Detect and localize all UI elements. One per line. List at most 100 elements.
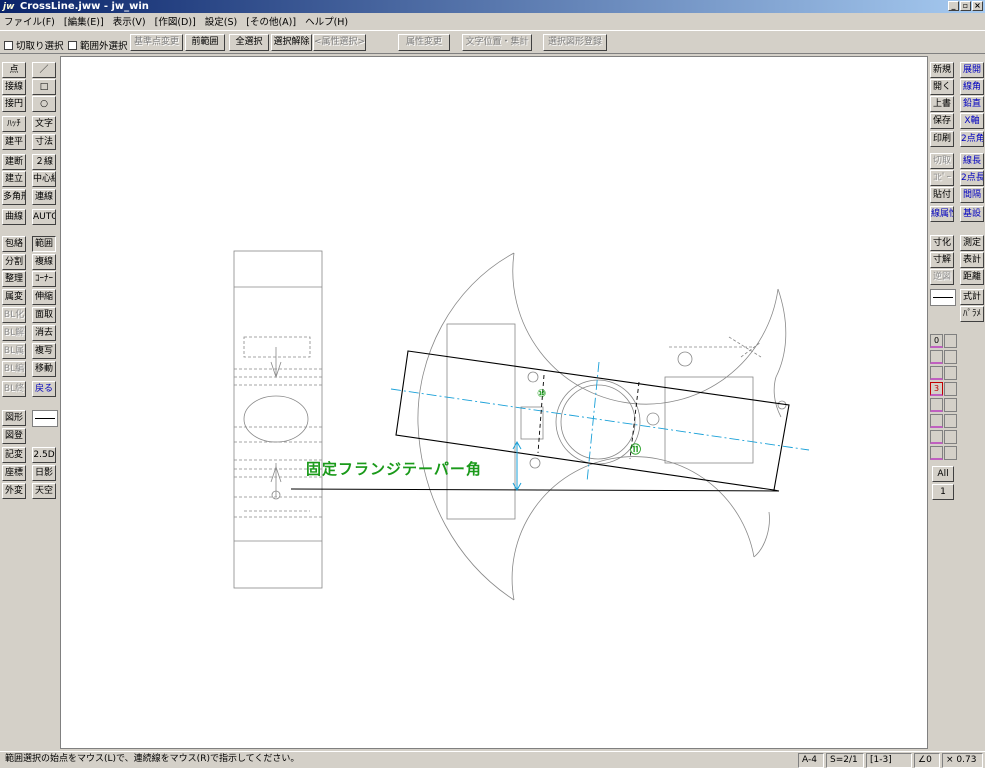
left-tool-21-1[interactable]: 日影	[32, 465, 56, 481]
left-tool-1-0[interactable]: 接線	[2, 79, 26, 95]
right-tool-1-1[interactable]: 線角	[960, 79, 984, 95]
right-tool-1-0[interactable]: 開く	[930, 79, 954, 95]
select-all-button[interactable]: 全選択	[229, 34, 269, 51]
left-tool-10-0[interactable]: 分割	[2, 254, 26, 270]
left-tool-17-0[interactable]: BL終	[2, 381, 26, 397]
left-tool-19-0[interactable]: 図登	[2, 428, 26, 444]
left-tool-15-1[interactable]: 複写	[32, 343, 56, 359]
maximize-button[interactable]: ▫	[960, 1, 971, 11]
layer-cell-3[interactable]: 3	[930, 382, 943, 396]
layer-cell-11[interactable]	[944, 382, 957, 396]
left-tool-17-1[interactable]: 戻る	[32, 381, 56, 397]
right-tool-10-1[interactable]: 表計	[960, 252, 984, 268]
left-tool-11-0[interactable]: 整理	[2, 271, 26, 287]
left-tool-15-0[interactable]: BL属	[2, 343, 26, 359]
left-tool-18-0[interactable]: 図形	[2, 410, 26, 426]
right-tool-8-0[interactable]: 線属性	[930, 206, 954, 222]
drawing-canvas[interactable]: 固定フランジテーパー角 ⑩ ⑪	[60, 56, 928, 749]
deselect-button[interactable]: 選択解除	[271, 34, 312, 51]
left-tool-16-0[interactable]: BL編	[2, 361, 26, 377]
left-tool-0-0[interactable]: 点	[2, 62, 26, 78]
left-tool-9-0[interactable]: 包絡	[2, 236, 26, 252]
layer-cell-13[interactable]	[944, 414, 957, 428]
line-tool-button[interactable]: ／	[32, 62, 56, 78]
circle-tool-button[interactable]: ○	[32, 96, 56, 112]
layer-cell-15[interactable]	[944, 446, 957, 460]
left-tool-11-1[interactable]: ｺｰﾅｰ	[32, 271, 56, 287]
left-tool-9-1[interactable]: 範囲	[32, 236, 56, 252]
attr-change-button[interactable]: 属性変更	[398, 34, 450, 51]
left-tool-8-1[interactable]: AUTO	[32, 209, 56, 225]
scale-indicator[interactable]: S=2/1	[826, 753, 864, 768]
left-tool-12-1[interactable]: 伸縮	[32, 289, 56, 305]
right-tool-8-1[interactable]: 基設	[960, 206, 984, 222]
layer-cell-7[interactable]	[930, 446, 943, 460]
left-tool-22-0[interactable]: 外変	[2, 483, 26, 499]
right-tool-4-1[interactable]: 2点角	[960, 131, 984, 147]
layer-cell-8[interactable]	[944, 334, 957, 348]
menu-view[interactable]: 表示(V)	[113, 14, 146, 28]
right-tool-11-0[interactable]: 逆図	[930, 269, 954, 285]
left-tool-13-1[interactable]: 面取	[32, 307, 56, 323]
left-tool-7-1[interactable]: 連線	[32, 189, 56, 205]
left-tool-14-1[interactable]: 消去	[32, 325, 56, 341]
left-tool-5-1[interactable]: ２線	[32, 154, 56, 170]
left-tool-12-0[interactable]: 属変	[2, 289, 26, 305]
left-tool-14-0[interactable]: BL解	[2, 325, 26, 341]
menu-help[interactable]: ヘルプ(H)	[305, 14, 348, 28]
left-tool-5-0[interactable]: 建断	[2, 154, 26, 170]
layer-cell-9[interactable]	[944, 350, 957, 364]
layer-cell-12[interactable]	[944, 398, 957, 412]
layer-cell-14[interactable]	[944, 430, 957, 444]
right-tool-3-0[interactable]: 保存	[930, 113, 954, 129]
menu-settings[interactable]: 設定(S)	[205, 14, 237, 28]
close-button[interactable]: ×	[972, 1, 983, 11]
left-tool-3-0[interactable]: ﾊｯﾁ	[2, 116, 26, 132]
line-type-preview[interactable]	[32, 410, 58, 427]
right-tool-2-1[interactable]: 鉛直	[960, 96, 984, 112]
left-tool-4-1[interactable]: 寸法	[32, 134, 56, 150]
right-tool-2-0[interactable]: 上書	[930, 96, 954, 112]
right-tool-5-1[interactable]: 線長	[960, 153, 984, 169]
menu-file[interactable]: ファイル(F)	[4, 14, 55, 28]
right-tool-9-1[interactable]: 測定	[960, 235, 984, 251]
angle-indicator[interactable]: ∠0	[914, 753, 940, 768]
text-position-button[interactable]: 文字位置・集計	[462, 34, 532, 51]
left-tool-16-1[interactable]: 移動	[32, 361, 56, 377]
menu-other[interactable]: [その他(A)]	[246, 14, 296, 28]
layer-cell-10[interactable]	[944, 366, 957, 380]
right-line-type-preview[interactable]	[930, 289, 956, 306]
attr-select-button[interactable]: <属性選択>	[313, 34, 366, 51]
right-tool-7-1[interactable]: 間隔	[960, 187, 984, 203]
layer-cell-1[interactable]	[930, 350, 943, 364]
left-tool-7-0[interactable]: 多角形	[2, 189, 26, 205]
menu-draw[interactable]: [作図(D)]	[155, 14, 196, 28]
layer-cell-4[interactable]	[930, 398, 943, 412]
right-tool-13-1[interactable]: ﾊﾟﾗﾒ	[960, 306, 984, 322]
layer-group-indicator[interactable]: [1-3]	[866, 753, 912, 768]
right-tool-3-1[interactable]: X軸	[960, 113, 984, 129]
right-tool-6-0[interactable]: ｺﾋﾟｰ	[930, 170, 954, 186]
minimize-button[interactable]: _	[948, 1, 959, 11]
menu-edit[interactable]: [編集(E)]	[64, 14, 104, 28]
layer-all-button[interactable]: All	[932, 466, 954, 482]
right-tool-5-0[interactable]: 切取	[930, 153, 954, 169]
left-tool-22-1[interactable]: 天空	[32, 483, 56, 499]
right-tool-7-0[interactable]: 貼付	[930, 187, 954, 203]
left-tool-20-1[interactable]: 2.5D	[32, 447, 56, 463]
left-tool-6-1[interactable]: 中心線	[32, 171, 56, 187]
prev-range-button[interactable]: 前範囲	[185, 34, 225, 51]
left-tool-2-0[interactable]: 接円	[2, 96, 26, 112]
left-tool-6-0[interactable]: 建立	[2, 171, 26, 187]
outside-select-checkbox[interactable]: 範囲外選択	[68, 38, 128, 52]
right-tool-4-0[interactable]: 印刷	[930, 131, 954, 147]
right-tool-0-0[interactable]: 新規	[930, 62, 954, 78]
right-tool-0-1[interactable]: 展開	[960, 62, 984, 78]
layer-cell-0[interactable]: 0	[930, 334, 943, 348]
base-point-change-button[interactable]: 基準点変更	[130, 34, 183, 51]
left-tool-8-0[interactable]: 曲線	[2, 209, 26, 225]
layer-cell-2[interactable]	[930, 366, 943, 380]
left-tool-21-0[interactable]: 座標	[2, 465, 26, 481]
rectangle-tool-button[interactable]: □	[32, 79, 56, 95]
layer-cell-6[interactable]	[930, 430, 943, 444]
